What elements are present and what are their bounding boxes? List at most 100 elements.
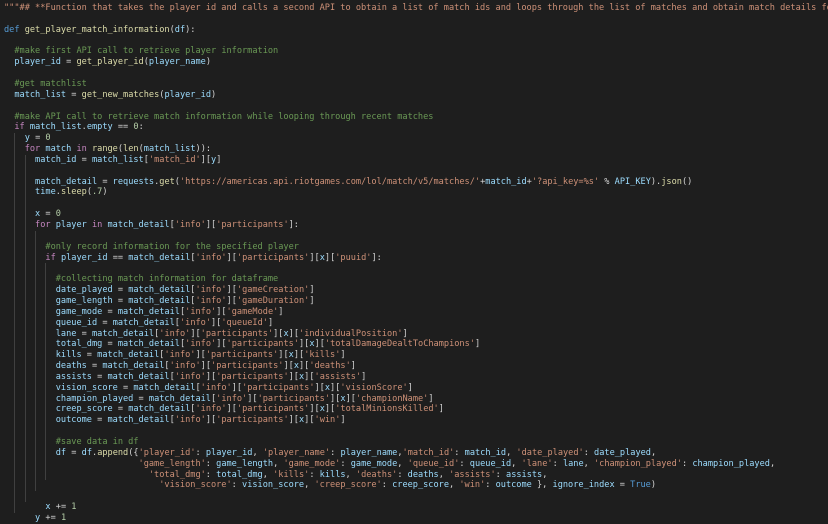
code-token: if <box>14 122 30 133</box>
code-token: 'win' <box>459 480 486 491</box>
code-token: ][ <box>293 350 305 361</box>
code-token: match_detail <box>117 339 180 350</box>
code-token: : <box>583 447 595 458</box>
code-token: : <box>340 458 351 469</box>
code-token: append <box>97 447 129 458</box>
code-token: 'participants' <box>216 220 289 230</box>
code-token: 'queue_id' <box>407 458 460 469</box>
code-token: = <box>112 285 129 296</box>
code-token: kills <box>55 350 82 361</box>
code-token: lane <box>55 328 77 339</box>
code-line: champion_played = match_detail['info']['… <box>4 394 434 405</box>
code-token: 'total_dmg' <box>148 469 206 480</box>
code-token: game_length <box>55 295 113 306</box>
code-token: ] <box>428 393 434 404</box>
code-token: player_id <box>205 447 253 458</box>
code-line: x = 0 <box>4 209 61 220</box>
code-token: get_new_matches <box>81 89 160 100</box>
code-token: ][ <box>309 404 320 415</box>
code-line: 'game_length': game_length, 'game_mode':… <box>4 458 776 470</box>
code-token: ][ <box>226 252 237 263</box>
code-token: queue_id <box>469 458 512 469</box>
code-line: for match in range(len(match_list)): <box>4 144 211 155</box>
code-token: get_player_id <box>76 57 144 68</box>
code-token: ][ <box>330 382 341 393</box>
code-token: 'info' <box>195 285 227 296</box>
code-token: match_detail <box>97 350 160 361</box>
code-token: , <box>583 458 594 469</box>
code-token: ][ <box>345 393 356 404</box>
code-token: , <box>345 469 356 480</box>
code-token: 'info' <box>169 361 201 372</box>
code-token: .7 <box>92 187 103 198</box>
code-token: outcome <box>495 480 532 491</box>
code-token: ][ <box>288 415 299 426</box>
code-token: 'totalMinionsKilled' <box>335 404 439 415</box>
code-token: = <box>102 306 118 317</box>
code-token: match_detail <box>148 393 211 404</box>
code-token: 'info' <box>185 306 217 317</box>
code-token: 'info' <box>159 328 191 339</box>
code-token: = <box>81 350 98 361</box>
code-token: ][ <box>288 328 300 339</box>
code-token: : <box>454 447 465 458</box>
code-token: 'lane' <box>521 458 553 469</box>
code-token: 'info' <box>174 220 206 230</box>
code-token: match_list <box>29 122 82 133</box>
code-token: 'info' <box>179 317 212 328</box>
code-token: 'win' <box>314 415 341 426</box>
code-line: vision_score = match_detail['info']['par… <box>4 383 413 394</box>
code-token: ]: <box>371 252 382 263</box>
code-token: match_detail <box>133 382 196 393</box>
code-line: #make API call to retrieve match informa… <box>4 112 433 123</box>
code-token: = <box>86 361 103 372</box>
code-token: ][ <box>205 415 217 426</box>
code-token: 'info' <box>200 382 232 393</box>
code-token: ][ <box>216 339 227 350</box>
code-token: ] <box>216 154 222 165</box>
code-token: : <box>205 469 217 480</box>
code-token: = <box>91 371 108 382</box>
code-token: , <box>262 469 274 480</box>
code-token: ] <box>407 382 413 393</box>
code-token: match_detail <box>107 415 170 426</box>
code-token: 'match_id' <box>402 447 455 458</box>
code-token: player <box>55 220 87 230</box>
code-token: ]: <box>288 220 299 230</box>
code-token: empty <box>86 122 113 133</box>
code-token: '?api_key=%s' <box>531 176 600 187</box>
code-token: = <box>97 317 113 328</box>
code-line: for player in match_detail['info']['part… <box>4 220 299 231</box>
code-line: """## **Function that takes the player i… <box>4 3 828 14</box>
code-token: match_id <box>485 176 527 187</box>
code-editor[interactable]: """## **Function that takes the player i… <box>0 0 828 524</box>
code-token: )): <box>195 144 212 155</box>
code-line: x += 1 <box>4 502 76 513</box>
code-token: 'puuid' <box>335 252 372 263</box>
code-token: = <box>614 480 631 491</box>
code-token: 'participants' <box>211 361 284 372</box>
code-token: ] <box>402 328 408 339</box>
code-token: () <box>681 176 693 187</box>
code-token: : <box>205 458 217 469</box>
code-token: if <box>45 252 61 263</box>
code-token: 'totalDamageDealtToChampions' <box>324 339 475 350</box>
code-token: ] <box>309 295 315 306</box>
code-token: game_mode <box>55 306 103 317</box>
code-token: = <box>102 339 118 350</box>
code-token: vision_score <box>55 382 118 393</box>
code-token: 'gameMode' <box>226 306 279 317</box>
code-token: 'kills' <box>273 469 310 480</box>
